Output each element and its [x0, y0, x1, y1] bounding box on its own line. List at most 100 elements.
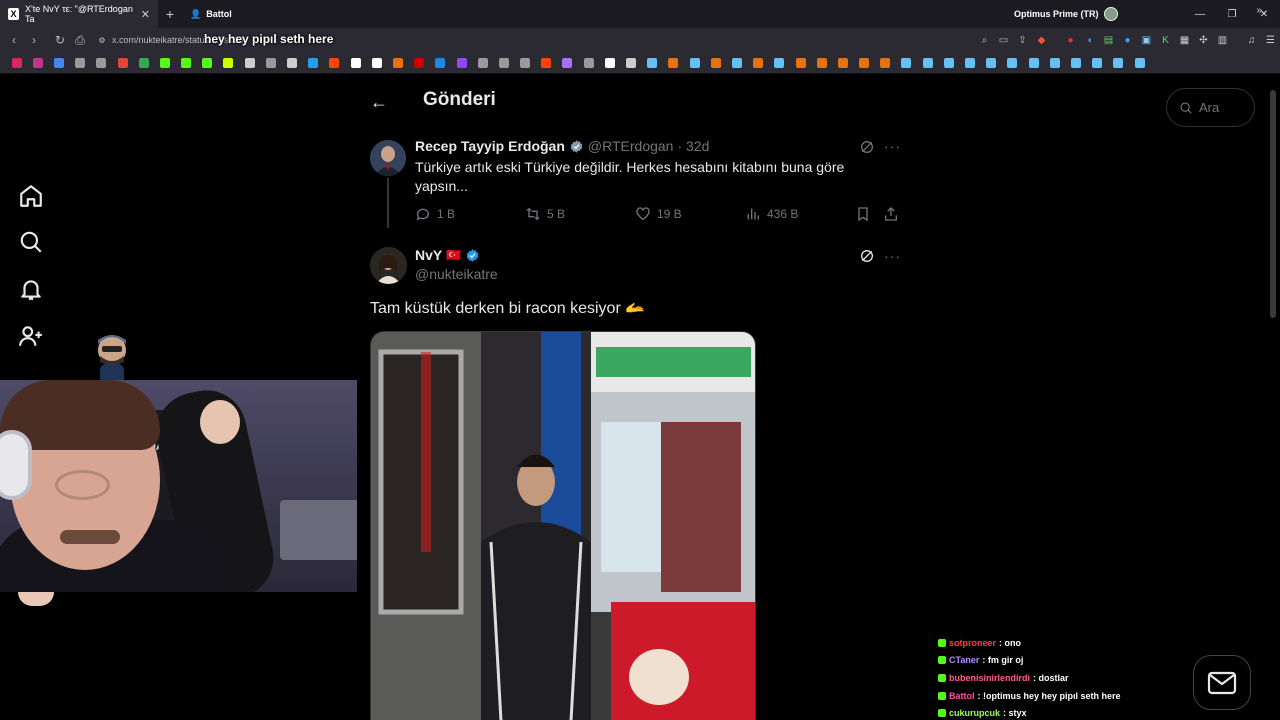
bookmark-favicon-icon[interactable]: [875, 52, 896, 74]
zoom-icon[interactable]: ⌕: [975, 28, 994, 52]
browser-profile[interactable]: Optimus Prime (TR): [1014, 0, 1118, 28]
bookmark-favicon-icon[interactable]: [176, 52, 197, 74]
reload-icon[interactable]: ↻: [50, 33, 70, 47]
bookmark-favicon-icon[interactable]: [1023, 52, 1044, 74]
extension-icon-4[interactable]: ●: [1118, 28, 1137, 52]
tab-battol[interactable]: 👤 Battol: [182, 0, 240, 28]
bookmark-favicon-icon[interactable]: [303, 52, 324, 74]
bookmark-favicon-icon[interactable]: [197, 52, 218, 74]
like-action[interactable]: 19 B: [635, 206, 682, 222]
new-tab-button[interactable]: +: [158, 6, 182, 22]
bookmark-favicon-icon[interactable]: [769, 52, 790, 74]
extension-icon-1[interactable]: ●: [1061, 28, 1080, 52]
bookmark-favicon-icon[interactable]: [6, 52, 27, 74]
grok-icon[interactable]: [859, 139, 875, 155]
bookmark-favicon-icon[interactable]: [451, 52, 472, 74]
bookmark-favicon-icon[interactable]: [536, 52, 557, 74]
bookmark-favicon-icon[interactable]: [409, 52, 430, 74]
bookmark-favicon-icon[interactable]: [260, 52, 281, 74]
bookmark-favicon-icon[interactable]: [663, 52, 684, 74]
share-icon[interactable]: ⇪: [1013, 28, 1032, 52]
chat-username[interactable]: cukurupcuk: [949, 708, 1000, 718]
erdogan-avatar[interactable]: [370, 140, 406, 176]
bookmark-favicon-icon[interactable]: [642, 52, 663, 74]
brave-shield-icon[interactable]: ◆: [1032, 28, 1051, 52]
minimize-icon[interactable]: —: [1184, 0, 1216, 28]
quoted-time[interactable]: · 32d: [677, 138, 709, 154]
window-close-icon[interactable]: ✕: [1248, 0, 1280, 28]
tweet-more-options-icon[interactable]: ···: [884, 248, 901, 264]
extension-icon-7[interactable]: ▦: [1175, 28, 1194, 52]
bookmark-favicon-icon[interactable]: [493, 52, 514, 74]
back-arrow-icon[interactable]: ←: [370, 92, 388, 113]
bookmark-favicon-icon[interactable]: [959, 52, 980, 74]
tab-close-icon[interactable]: ✕: [141, 8, 150, 21]
bookmark-favicon-icon[interactable]: [1065, 52, 1086, 74]
extension-icon-3[interactable]: ▤: [1099, 28, 1118, 52]
back-nav-icon[interactable]: ‹: [4, 33, 24, 47]
views-action[interactable]: 436 B: [745, 206, 798, 222]
more-options-icon[interactable]: ···: [884, 138, 901, 154]
bookmark-favicon-icon[interactable]: [430, 52, 451, 74]
bookmark-favicon-icon[interactable]: [1002, 52, 1023, 74]
bookmark-favicon-icon[interactable]: [726, 52, 747, 74]
extension-icon-5[interactable]: ▣: [1137, 28, 1156, 52]
tweet-author-handle[interactable]: @nukteikatre: [415, 266, 498, 282]
bookmark-favicon-icon[interactable]: [599, 52, 620, 74]
bookmark-favicon-icon[interactable]: [515, 52, 536, 74]
tweet-author-name[interactable]: NvY: [415, 247, 442, 263]
bookmark-favicon-icon[interactable]: [938, 52, 959, 74]
bookmark-favicon-icon[interactable]: [472, 52, 493, 74]
quoted-author-name[interactable]: Recep Tayyip Erdoğan: [415, 138, 565, 154]
maximize-icon[interactable]: ❐: [1216, 0, 1248, 28]
bookmark-favicon-icon[interactable]: [917, 52, 938, 74]
bookmark-favicon-icon[interactable]: [981, 52, 1002, 74]
bookmark-favicon-icon[interactable]: [557, 52, 578, 74]
search-box[interactable]: Ara: [1166, 88, 1255, 127]
bookmark-favicon-icon[interactable]: [27, 52, 48, 74]
nvy-avatar[interactable]: [370, 247, 407, 284]
extension-icon-6[interactable]: K: [1156, 28, 1175, 52]
grok-icon[interactable]: [859, 248, 875, 264]
chat-username[interactable]: bubenisinirlendirdi: [949, 673, 1030, 683]
messages-button[interactable]: [1193, 655, 1251, 710]
chat-username[interactable]: sotproneer: [949, 638, 996, 648]
bookmark-favicon-icon[interactable]: [366, 52, 387, 74]
bookmark-icon[interactable]: ⎙: [70, 33, 90, 48]
chat-username[interactable]: CTaner: [949, 655, 979, 665]
cast-icon[interactable]: ▭: [994, 28, 1013, 52]
music-icon[interactable]: ♫: [1242, 28, 1261, 52]
tab-active[interactable]: X X'te NvY τε: "@RTErdogan Ta ✕: [0, 0, 158, 28]
extensions-icon[interactable]: ✣: [1194, 28, 1213, 52]
share-tweet-icon[interactable]: [883, 206, 899, 222]
bookmark-favicon-icon[interactable]: [345, 52, 366, 74]
bookmark-favicon-icon[interactable]: [154, 52, 175, 74]
tweet-video[interactable]: [370, 331, 756, 720]
quoted-author-handle[interactable]: @RTErdogan: [588, 138, 674, 154]
bookmark-favicon-icon[interactable]: [91, 52, 112, 74]
bookmark-favicon-icon[interactable]: [684, 52, 705, 74]
bookmark-favicon-icon[interactable]: [811, 52, 832, 74]
bookmark-favicon-icon[interactable]: [705, 52, 726, 74]
reply-action[interactable]: 1 B: [415, 206, 455, 222]
home-icon[interactable]: [18, 183, 44, 209]
bookmark-tweet-icon[interactable]: [855, 206, 871, 222]
bookmark-favicon-icon[interactable]: [578, 52, 599, 74]
bookmark-favicon-icon[interactable]: [281, 52, 302, 74]
menu-icon[interactable]: ☰: [1261, 28, 1280, 52]
explore-search-icon[interactable]: [18, 229, 44, 255]
bookmark-favicon-icon[interactable]: [218, 52, 239, 74]
bookmark-favicon-icon[interactable]: [790, 52, 811, 74]
bookmark-favicon-icon[interactable]: [1129, 52, 1150, 74]
bookmark-favicon-icon[interactable]: [854, 52, 875, 74]
bookmark-favicon-icon[interactable]: [239, 52, 260, 74]
bookmark-favicon-icon[interactable]: [832, 52, 853, 74]
bookmark-favicon-icon[interactable]: [70, 52, 91, 74]
site-info-icon[interactable]: ⚙: [92, 36, 112, 45]
sidebar-toggle-icon[interactable]: ▥: [1213, 28, 1232, 52]
chat-username[interactable]: Battol: [949, 691, 975, 701]
notifications-bell-icon[interactable]: [18, 276, 44, 302]
bookmark-favicon-icon[interactable]: [387, 52, 408, 74]
retweet-action[interactable]: 5 B: [525, 206, 565, 222]
bookmark-favicon-icon[interactable]: [1108, 52, 1129, 74]
